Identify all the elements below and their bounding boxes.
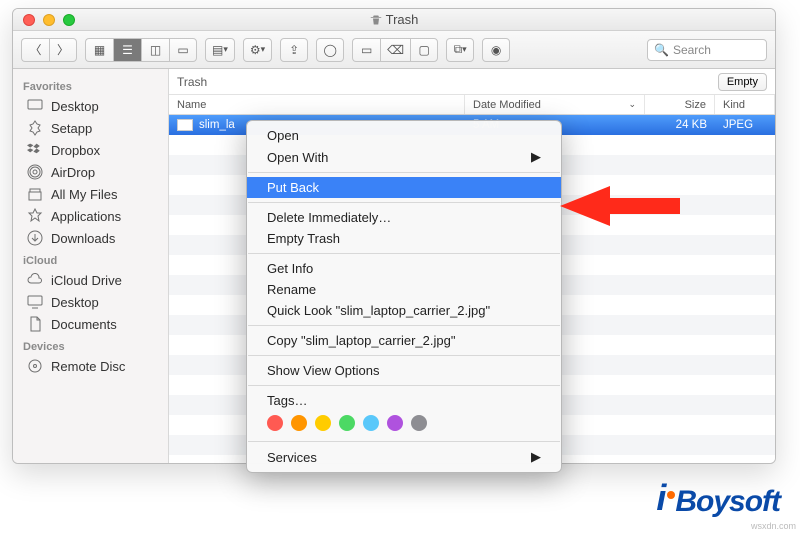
share-button[interactable]: ⇪ bbox=[280, 38, 308, 62]
tag-blue[interactable] bbox=[363, 415, 379, 431]
dropbox-button[interactable]: ⧉ ▾ bbox=[446, 38, 474, 62]
sidebar-item-remotedisc[interactable]: Remote Disc bbox=[13, 355, 168, 377]
column-headers: Name Date Modified⌄ Size Kind bbox=[169, 95, 775, 115]
sidebar-item-allfiles[interactable]: All My Files bbox=[13, 183, 168, 205]
sidebar-item-documents[interactable]: Documents bbox=[13, 313, 168, 335]
tag-purple[interactable] bbox=[387, 415, 403, 431]
sidebar-item-setapp[interactable]: Setapp bbox=[13, 117, 168, 139]
ctx-show-view-options[interactable]: Show View Options bbox=[247, 360, 561, 381]
logo-dot-icon bbox=[667, 491, 675, 499]
nav-buttons: 〈 〉 bbox=[21, 38, 77, 62]
forward-button[interactable]: 〉 bbox=[49, 38, 77, 62]
search-placeholder: Search bbox=[673, 43, 711, 57]
submenu-arrow-icon: ▶ bbox=[531, 149, 541, 165]
ctx-quick-look[interactable]: Quick Look "slim_laptop_carrier_2.jpg" bbox=[247, 300, 561, 321]
toolbar: 〈 〉 ▦ ☰ ◫ ▭ ▤ ▾ ⚙ ▾ ⇪ ◯ ▭ ⌫ ▢ ⧉ ▾ ◉ 🔍 Se… bbox=[13, 31, 775, 69]
ctx-get-info[interactable]: Get Info bbox=[247, 258, 561, 279]
watermark-logo: iBoysoft bbox=[656, 477, 780, 519]
ql-button[interactable]: ◉ bbox=[482, 38, 510, 62]
ctx-put-back[interactable]: Put Back bbox=[247, 177, 561, 198]
ctx-delete-immediately[interactable]: Delete Immediately… bbox=[247, 207, 561, 228]
search-icon: 🔍 bbox=[654, 43, 669, 57]
icon-view-button[interactable]: ▦ bbox=[85, 38, 113, 62]
tag-gray[interactable] bbox=[411, 415, 427, 431]
titlebar: Trash bbox=[13, 9, 775, 31]
ctx-separator bbox=[248, 441, 560, 442]
file-kind: JPEG bbox=[715, 119, 775, 131]
ctx-separator bbox=[248, 355, 560, 356]
ctx-separator bbox=[248, 253, 560, 254]
tags-button[interactable]: ◯ bbox=[316, 38, 344, 62]
ctx-empty-trash[interactable]: Empty Trash bbox=[247, 228, 561, 249]
documents-icon bbox=[27, 316, 43, 332]
setapp-icon bbox=[27, 120, 43, 136]
empty-trash-button[interactable]: Empty bbox=[718, 73, 767, 91]
submenu-arrow-icon: ▶ bbox=[531, 449, 541, 465]
source-note: wsxdn.com bbox=[751, 521, 796, 531]
sidebar-item-dropbox[interactable]: Dropbox bbox=[13, 139, 168, 161]
allfiles-icon bbox=[27, 186, 43, 202]
ctx-open[interactable]: Open bbox=[247, 125, 561, 146]
tag-yellow[interactable] bbox=[315, 415, 331, 431]
col-name[interactable]: Name bbox=[169, 95, 465, 114]
tag-orange[interactable] bbox=[291, 415, 307, 431]
search-field[interactable]: 🔍 Search bbox=[647, 39, 767, 61]
col-kind[interactable]: Kind bbox=[715, 95, 775, 114]
dropbox-icon bbox=[27, 142, 43, 158]
sidebar-section-favorites: Favorites bbox=[13, 75, 168, 95]
window-title-text: Trash bbox=[386, 12, 419, 27]
tag-green[interactable] bbox=[339, 415, 355, 431]
sidebar-item-desktop[interactable]: Desktop bbox=[13, 95, 168, 117]
sidebar-item-applications[interactable]: Applications bbox=[13, 205, 168, 227]
ctx-tags[interactable]: Tags… bbox=[247, 390, 561, 411]
ctx-separator bbox=[248, 385, 560, 386]
sidebar-item-airdrop[interactable]: AirDrop bbox=[13, 161, 168, 183]
context-menu: Open Open With▶ Put Back Delete Immediat… bbox=[246, 120, 562, 473]
ctx-services[interactable]: Services▶ bbox=[247, 446, 561, 468]
desktop-icon bbox=[27, 98, 43, 114]
file-name: slim_la bbox=[199, 119, 235, 131]
column-view-button[interactable]: ◫ bbox=[141, 38, 169, 62]
sort-indicator-icon: ⌄ bbox=[628, 99, 636, 110]
sidebar: Favorites Desktop Setapp Dropbox AirDrop… bbox=[13, 69, 169, 463]
action-button[interactable]: ⚙ ▾ bbox=[243, 38, 272, 62]
trash-icon bbox=[370, 14, 382, 26]
ctx-open-with[interactable]: Open With▶ bbox=[247, 146, 561, 168]
path-location: Trash bbox=[177, 75, 207, 89]
folder-button[interactable]: ▭ bbox=[352, 38, 380, 62]
ctx-copy[interactable]: Copy "slim_laptop_carrier_2.jpg" bbox=[247, 330, 561, 351]
desktop-icon bbox=[27, 294, 43, 310]
ctx-separator bbox=[248, 172, 560, 173]
sidebar-item-iclouddrive[interactable]: iCloud Drive bbox=[13, 269, 168, 291]
disc-icon bbox=[27, 358, 43, 374]
ctx-separator bbox=[248, 325, 560, 326]
delete-button[interactable]: ⌫ bbox=[380, 38, 410, 62]
file-thumbnail-icon bbox=[177, 119, 193, 131]
col-date[interactable]: Date Modified⌄ bbox=[465, 95, 645, 114]
file-size: 24 KB bbox=[645, 119, 715, 131]
newfolder-button[interactable]: ▢ bbox=[410, 38, 438, 62]
apps-icon bbox=[27, 208, 43, 224]
gallery-view-button[interactable]: ▭ bbox=[169, 38, 197, 62]
tag-red[interactable] bbox=[267, 415, 283, 431]
view-buttons: ▦ ☰ ◫ ▭ bbox=[85, 38, 197, 62]
icloud-icon bbox=[27, 272, 43, 288]
col-size[interactable]: Size bbox=[645, 95, 715, 114]
sidebar-section-devices: Devices bbox=[13, 335, 168, 355]
sidebar-section-icloud: iCloud bbox=[13, 249, 168, 269]
sidebar-item-icloud-desktop[interactable]: Desktop bbox=[13, 291, 168, 313]
window-title: Trash bbox=[13, 12, 775, 27]
list-view-button[interactable]: ☰ bbox=[113, 38, 141, 62]
ctx-tag-colors bbox=[247, 411, 561, 437]
downloads-icon bbox=[27, 230, 43, 246]
path-bar: Trash Empty bbox=[169, 69, 775, 95]
ctx-rename[interactable]: Rename bbox=[247, 279, 561, 300]
arrange-button[interactable]: ▤ ▾ bbox=[205, 38, 235, 62]
annotation-arrow bbox=[560, 176, 680, 241]
airdrop-icon bbox=[27, 164, 43, 180]
back-button[interactable]: 〈 bbox=[21, 38, 49, 62]
ctx-separator bbox=[248, 202, 560, 203]
sidebar-item-downloads[interactable]: Downloads bbox=[13, 227, 168, 249]
extra-buttons: ▭ ⌫ ▢ bbox=[352, 38, 438, 62]
